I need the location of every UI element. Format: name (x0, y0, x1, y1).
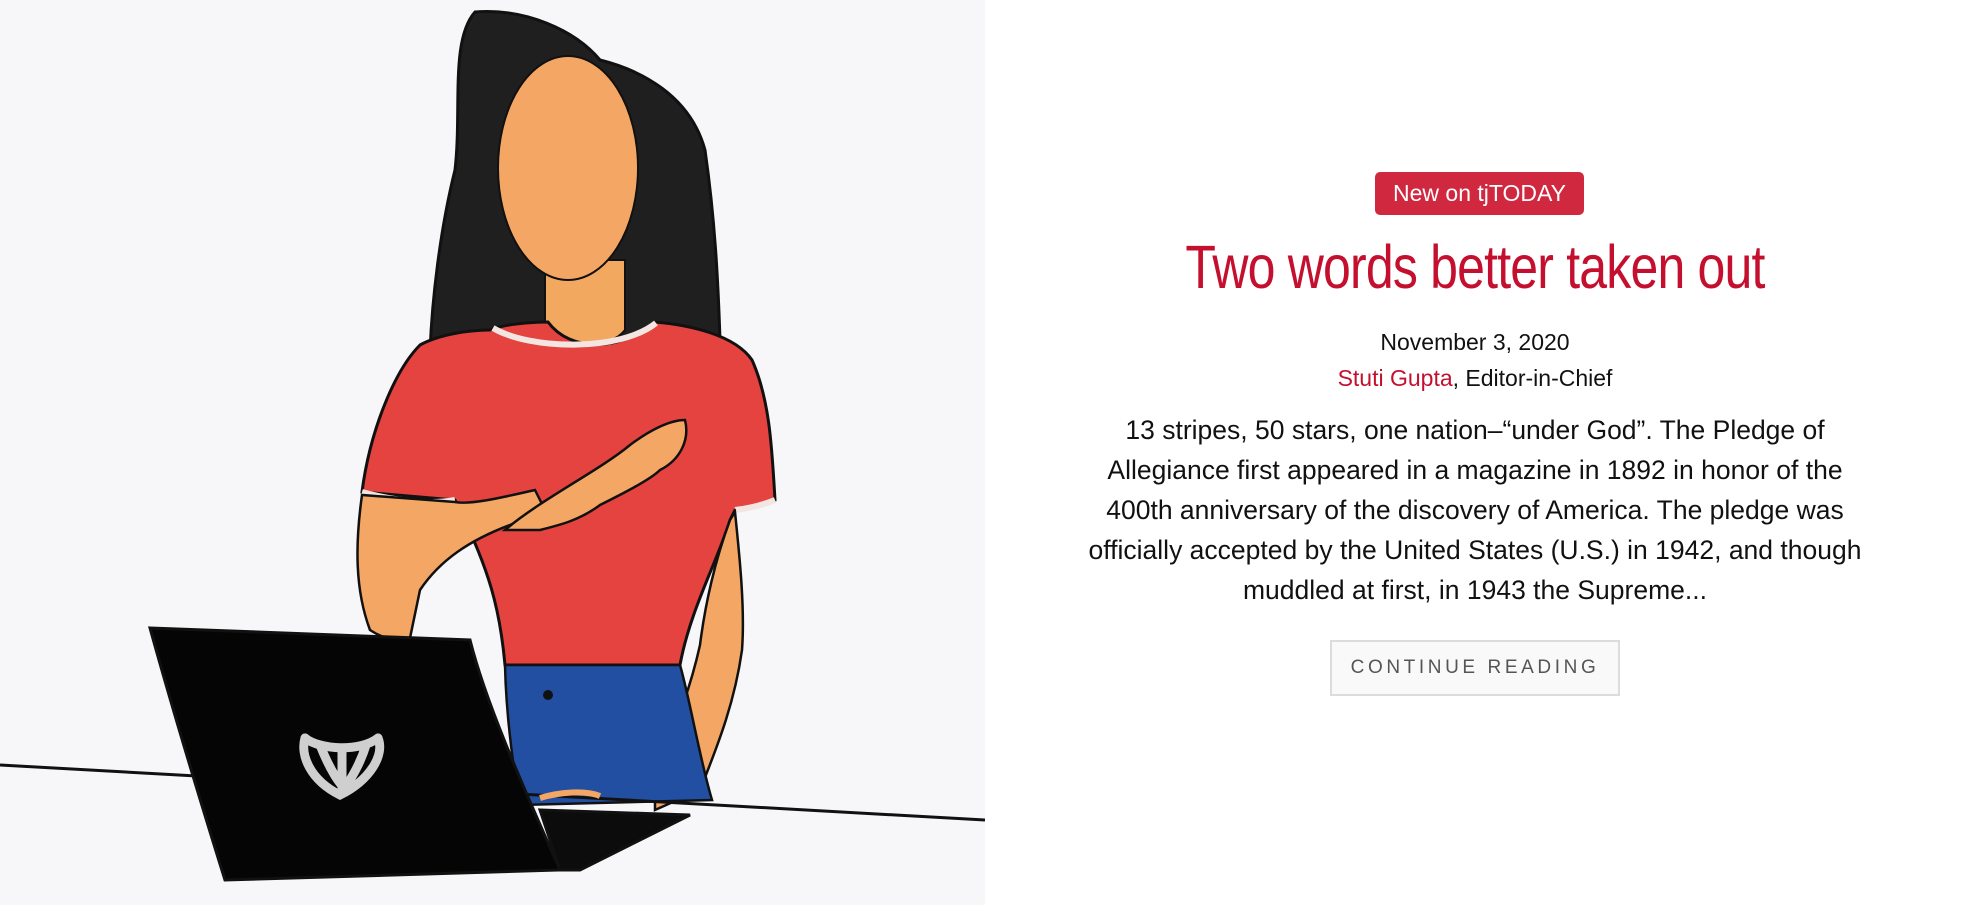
illustration-drawing (0, 0, 985, 905)
new-badge[interactable]: New on tjTODAY (1375, 172, 1584, 215)
byline: Stuti Gupta, Editor-in-Chief (1060, 363, 1890, 393)
author-link[interactable]: Stuti Gupta (1338, 365, 1453, 391)
post-summary: New on tjTODAY Two words better taken ou… (1060, 0, 1890, 924)
post-date: November 3, 2020 (1380, 329, 1570, 355)
author-role: , Editor-in-Chief (1452, 365, 1613, 391)
post-illustration[interactable] (0, 0, 985, 905)
post-title[interactable]: Two words better taken out (1135, 228, 1816, 306)
post-excerpt: 13 stripes, 50 stars, one nation–“under … (1088, 415, 1862, 605)
continue-reading-button[interactable]: CONTINUE READING (1330, 640, 1620, 696)
featured-post: New on tjTODAY Two words better taken ou… (0, 0, 1962, 924)
